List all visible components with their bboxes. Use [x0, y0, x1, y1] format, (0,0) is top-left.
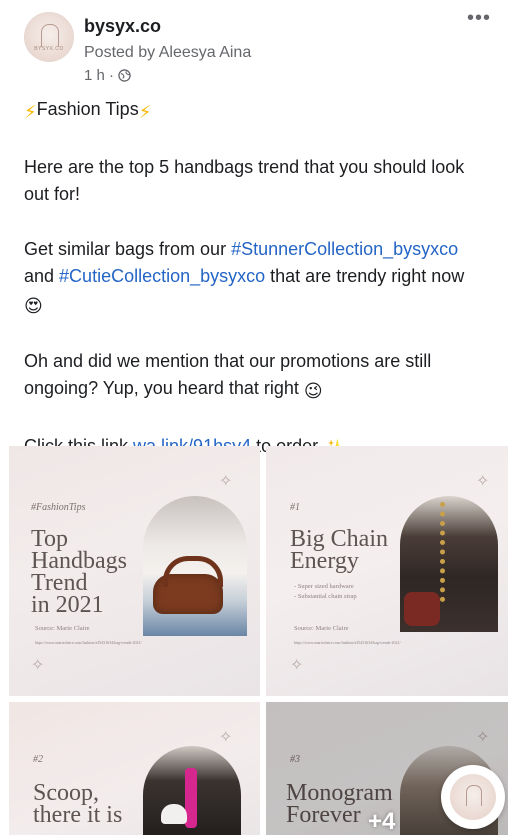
- white-bag-shape: [161, 804, 187, 824]
- tile-tag: #2: [33, 754, 43, 765]
- bag-strap-shape: [163, 556, 223, 587]
- tile-title: Top Handbags Trend in 2021: [31, 526, 127, 618]
- handbag-photo: [143, 496, 247, 636]
- chain-bag-photo: [400, 496, 498, 632]
- more-photos-count[interactable]: +4: [368, 808, 395, 836]
- tile-tag: #FashionTips: [31, 502, 86, 513]
- tile-bullets: - Super sized hardware - Substantial cha…: [294, 583, 357, 600]
- sparkle-icon: ✧: [31, 657, 45, 674]
- tile-url: https://www.marieclaire.com/fashion/a354…: [294, 640, 401, 645]
- more-horizontal-icon: •••: [466, 7, 491, 29]
- wink-emoji-icon: 😉: [303, 381, 323, 401]
- body-paragraph-2: Get similar bags from our #StunnerCollec…: [24, 236, 494, 320]
- lightning-icon: ⚡: [24, 102, 37, 122]
- tile-source: Source: Marie Claire: [294, 625, 349, 632]
- body-paragraph-3: Oh and did we mention that our promotion…: [24, 348, 494, 405]
- hashtag-cutie-link[interactable]: #CutieCollection_bysyxco: [59, 266, 265, 286]
- tile-tag: #1: [290, 502, 300, 513]
- tile-url: https://www.marieclaire.com/fashion/a354…: [35, 640, 142, 645]
- paragraph-2-text-a: Get similar bags from our: [24, 239, 232, 259]
- photo-grid: ✧ #FashionTips Top Handbags Trend in 202…: [9, 446, 508, 835]
- photo-tile-3[interactable]: ✧ #2 Scoop, there it is: [9, 702, 260, 835]
- hashtag-stunner-link[interactable]: #StunnerCollection_bysyxco: [231, 239, 458, 259]
- lightning-icon: ⚡: [138, 102, 152, 122]
- page-name-link[interactable]: bysyx.co: [84, 16, 161, 37]
- post-meta: 1 h ·: [84, 67, 131, 84]
- sparkle-icon: ✧: [219, 729, 233, 746]
- avatar-logo-text: BYSYX.CO: [34, 46, 64, 52]
- more-options-button[interactable]: •••: [464, 7, 494, 30]
- tile-title: Big Chain Energy: [290, 526, 389, 574]
- chat-head-avatar: [450, 774, 496, 820]
- paragraph-3-text: Oh and did we mention that our promotion…: [24, 351, 432, 398]
- floating-chat-head[interactable]: [441, 765, 505, 829]
- avatar-arch-logo: [466, 785, 482, 806]
- page-avatar[interactable]: BYSYX.CO: [24, 12, 74, 62]
- posted-by-label: Posted by Aleesya Aina: [84, 44, 252, 61]
- tile-title: Scoop, there it is: [33, 780, 123, 828]
- paragraph-2-text-b: and: [24, 266, 60, 286]
- photo-tile-1[interactable]: ✧ #FashionTips Top Handbags Trend in 202…: [9, 446, 260, 696]
- heart-eyes-emoji-icon: 😍: [24, 296, 43, 316]
- photo-tile-2[interactable]: ✧ #1 Big Chain Energy - Super sized hard…: [266, 446, 508, 696]
- post-time[interactable]: 1 h ·: [84, 67, 114, 84]
- avatar-arch-logo: [41, 24, 59, 47]
- post-heading-line: ⚡Fashion Tips⚡: [24, 96, 494, 126]
- post-header: BYSYX.CO bysyx.co Posted by Aleesya Aina…: [0, 0, 508, 100]
- paragraph-2-text-c: that are trendy right now: [265, 266, 465, 286]
- scoop-bag-photo: [143, 746, 241, 835]
- sparkle-icon: ✧: [290, 657, 304, 674]
- tile-source: Source: Marie Claire: [35, 625, 90, 632]
- chain-strap-shape: [440, 502, 459, 602]
- sparkle-icon: ✧: [219, 473, 233, 490]
- post-body: ⚡Fashion Tips⚡ Here are the top 5 handba…: [24, 96, 494, 463]
- body-paragraph-1: Here are the top 5 handbags trend that y…: [24, 157, 465, 204]
- red-bag-shape: [404, 592, 440, 626]
- globe-icon: [118, 69, 131, 82]
- sparkle-icon: ✧: [476, 473, 490, 490]
- heading-text: Fashion Tips: [36, 99, 139, 119]
